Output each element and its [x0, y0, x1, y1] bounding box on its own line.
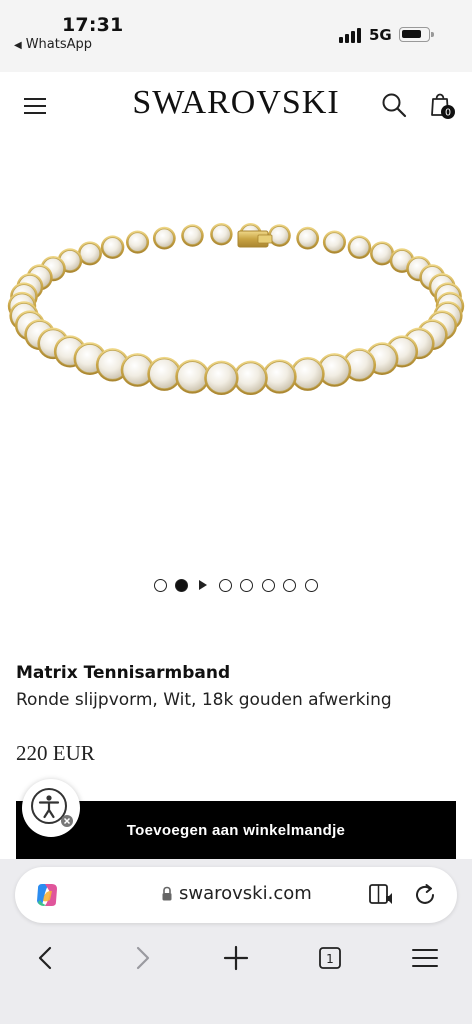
product-subtitle: Ronde slijpvorm, Wit, 18k gouden afwerki…	[16, 690, 392, 710]
bracelet-stone	[149, 358, 180, 390]
bracelet-stone	[349, 237, 370, 258]
shopping-bag-icon[interactable]: 0	[426, 90, 456, 120]
back-triangle-icon: ◀	[14, 40, 22, 51]
bracelet-stone	[264, 361, 295, 392]
bracelet-clasp	[237, 230, 273, 248]
bracelet-stone	[102, 237, 123, 258]
back-icon[interactable]	[28, 940, 64, 976]
carousel-pagination	[0, 576, 472, 596]
reader-mode-icon[interactable]	[368, 882, 396, 908]
bracelet-stone	[235, 362, 266, 394]
back-to-app-link[interactable]: ◀ WhatsApp	[14, 37, 92, 52]
bracelet-stone	[177, 361, 208, 392]
signal-strength-icon	[339, 27, 363, 43]
bracelet-stone	[206, 362, 237, 394]
bracelet-stone	[154, 228, 174, 248]
forward-icon[interactable]	[124, 940, 160, 976]
network-label: 5G	[369, 26, 392, 44]
accessibility-icon	[31, 788, 73, 827]
carousel-dot-active[interactable]	[175, 579, 188, 592]
site-header: SWAROVSKI 0	[0, 72, 472, 136]
bracelet-chain	[7, 222, 465, 396]
bracelet-stone	[292, 358, 323, 390]
lock-icon	[162, 886, 172, 901]
carousel-dot[interactable]	[219, 579, 232, 592]
carousel-dot[interactable]	[283, 579, 296, 592]
search-icon[interactable]	[381, 92, 407, 118]
battery-icon	[399, 27, 434, 42]
product-title: Matrix Tennisarmband	[16, 663, 231, 683]
reload-icon[interactable]	[412, 882, 438, 908]
url-text[interactable]: swarovski.com	[179, 883, 312, 904]
bracelet-stone	[182, 226, 202, 245]
bracelet-stone	[298, 228, 318, 248]
tabs-button[interactable]: 1	[312, 940, 348, 976]
bracelet-stone	[371, 243, 393, 264]
bracelet-stone	[324, 232, 345, 252]
back-app-label: WhatsApp	[25, 37, 93, 52]
status-time: 17:31	[62, 14, 124, 36]
accessibility-button[interactable]	[22, 779, 80, 837]
cart-count-badge: 0	[445, 108, 451, 119]
tab-count: 1	[326, 952, 334, 966]
product-price: 220 EUR	[16, 741, 95, 765]
status-bar: 17:31 ◀ WhatsApp 5G	[0, 0, 472, 72]
carousel-dot[interactable]	[262, 579, 275, 592]
bracelet-stone	[270, 226, 290, 245]
product-image[interactable]	[0, 136, 472, 566]
plus-icon[interactable]	[218, 940, 254, 976]
add-to-cart-button[interactable]: Toevoegen aan winkelmandje	[16, 801, 456, 859]
carousel-dot[interactable]	[154, 579, 167, 592]
bracelet-stone	[79, 243, 101, 264]
menu-icon[interactable]	[407, 940, 443, 976]
copilot-icon[interactable]	[32, 880, 62, 910]
tabs-icon: 1	[319, 947, 341, 969]
carousel-dot[interactable]	[240, 579, 253, 592]
video-play-icon[interactable]	[199, 580, 207, 590]
bracelet-stone	[211, 224, 231, 244]
carousel-dot[interactable]	[305, 579, 318, 592]
bracelet-stone	[127, 232, 148, 252]
